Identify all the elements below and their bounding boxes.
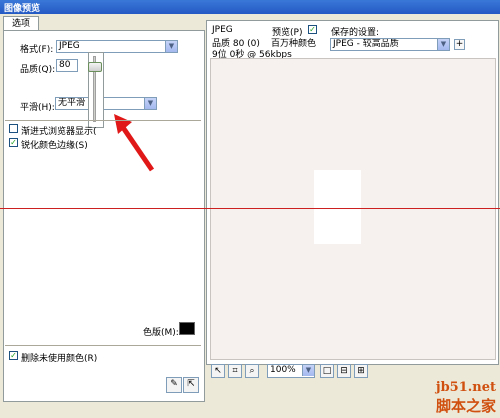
window-title: 图像预览: [4, 4, 41, 14]
two-view-icon[interactable]: ⊟: [337, 364, 351, 378]
export-icon[interactable]: ⇱: [183, 377, 199, 393]
pointer-icon[interactable]: ↖: [211, 364, 225, 378]
watermark: jb51.net 脚本之家: [436, 380, 496, 416]
sharpen-checkbox[interactable]: ✓: [9, 138, 18, 147]
single-view-icon[interactable]: □: [320, 364, 334, 378]
format-value: JPEG: [59, 41, 80, 51]
dropdown-arrow-icon[interactable]: ▼: [302, 365, 314, 376]
progressive-checkbox[interactable]: [9, 124, 18, 133]
zoom-select[interactable]: 100% ▼: [267, 364, 315, 378]
checkmark-icon: ✓: [10, 351, 17, 360]
dropdown-arrow-icon[interactable]: ▼: [165, 41, 177, 52]
remove-unused-label: 删除未使用颜色(R): [21, 354, 98, 364]
saved-settings-select[interactable]: JPEG - 较高品质 ▼: [330, 38, 450, 51]
format-select[interactable]: JPEG ▼: [56, 40, 178, 53]
saved-settings-value: JPEG - 较高品质: [333, 39, 399, 49]
watermark-name: 脚本之家: [435, 397, 496, 415]
crop-icon[interactable]: ⌗: [228, 364, 242, 378]
smoothing-label: 平滑(H):: [20, 103, 55, 113]
quality-slider-thumb[interactable]: [88, 62, 102, 72]
options-divider: [5, 120, 201, 121]
quality-label: 品质(Q):: [20, 65, 56, 75]
progressive-label: 渐进式浏览器显示(: [21, 127, 97, 137]
options-panel: [3, 30, 205, 402]
dropdown-arrow-icon[interactable]: ▼: [437, 39, 449, 50]
sharpen-label: 锐化颜色边缘(S): [21, 141, 88, 151]
red-guide-line: [0, 208, 500, 209]
quality-input[interactable]: 80: [56, 59, 78, 72]
smoothing-value: 无平滑: [58, 98, 86, 108]
options-divider-bottom: [5, 345, 201, 346]
zoom-value: 100%: [270, 365, 296, 375]
preview-image: [314, 170, 361, 244]
checkmark-icon: ✓: [309, 25, 316, 34]
add-setting-button[interactable]: +: [454, 39, 465, 50]
four-view-icon[interactable]: ⊞: [354, 364, 368, 378]
watermark-url: jb51.net: [435, 380, 496, 395]
dropdown-arrow-icon[interactable]: ▼: [144, 98, 156, 109]
colors-text: 百万种颜色: [271, 39, 317, 49]
remove-unused-checkbox[interactable]: ✓: [9, 351, 18, 360]
arrow-shaft: [119, 124, 155, 172]
checkmark-icon: ✓: [10, 138, 17, 147]
zoom-icon[interactable]: ⌕: [245, 364, 259, 378]
preview-format: JPEG: [212, 25, 233, 35]
title-bar: 图像预览: [0, 0, 500, 14]
preview-checkbox[interactable]: ✓: [308, 25, 317, 34]
smoothing-select[interactable]: 无平滑 ▼: [55, 97, 157, 110]
matte-color-swatch[interactable]: [179, 322, 195, 335]
tab-options[interactable]: 选项: [3, 16, 39, 31]
optimize-wand-icon[interactable]: ✎: [166, 377, 182, 393]
matte-label: 色版(M):: [143, 328, 179, 338]
format-label: 格式(F):: [20, 45, 54, 55]
saved-settings-label: 保存的设置:: [331, 28, 380, 38]
